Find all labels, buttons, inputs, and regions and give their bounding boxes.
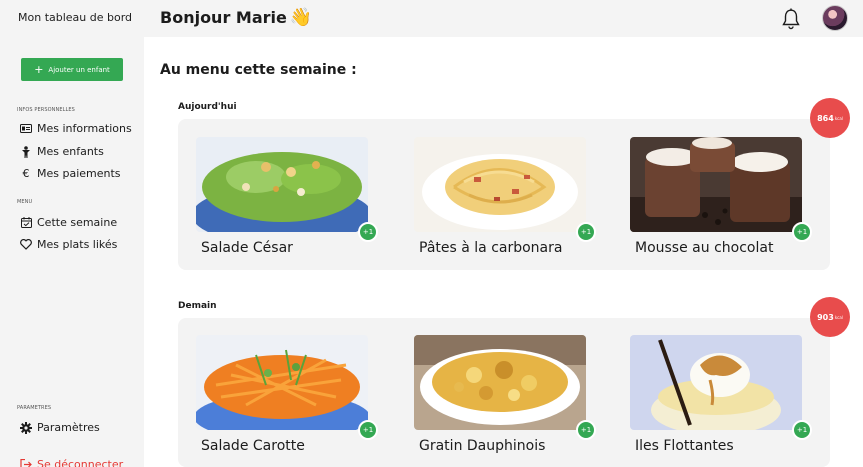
plus-icon: + bbox=[34, 63, 44, 76]
sidebar-item-label: Cette semaine bbox=[37, 216, 118, 229]
top-bar: Bonjour Marie 👋 bbox=[144, 0, 863, 37]
gear-icon bbox=[19, 421, 33, 434]
dish-name: Salade César bbox=[201, 240, 293, 256]
like-button[interactable]: +1 bbox=[576, 222, 596, 242]
calendar-icon bbox=[19, 217, 33, 228]
sidebar-item-mes-paiements[interactable]: € Mes paiements bbox=[19, 167, 121, 180]
like-button[interactable]: +1 bbox=[792, 420, 812, 440]
sidebar-item-label: Mes informations bbox=[37, 122, 132, 135]
sidebar-item-label: Mes enfants bbox=[37, 145, 104, 158]
add-child-label: Ajouter un enfant bbox=[48, 65, 110, 74]
dish-image-mousse-chocolat[interactable] bbox=[630, 137, 802, 232]
dish-image-gratin-dauphinois[interactable] bbox=[414, 335, 586, 430]
like-button[interactable]: +1 bbox=[792, 222, 812, 242]
dish-image-iles-flottantes[interactable] bbox=[630, 335, 802, 430]
section-label-menu: MENU bbox=[17, 199, 33, 205]
dish-name: Pâtes à la carbonara bbox=[419, 240, 563, 256]
sidebar-item-cette-semaine[interactable]: Cette semaine bbox=[19, 216, 117, 229]
sidebar-item-parametres[interactable]: Paramètres bbox=[19, 421, 100, 434]
greeting-text: Bonjour Marie bbox=[160, 8, 287, 27]
sidebar: Mon tableau de bord + Ajouter un enfant … bbox=[0, 0, 144, 467]
dish-name: Gratin Dauphinois bbox=[419, 438, 546, 454]
sidebar-item-label: Mes paiements bbox=[37, 167, 121, 180]
kcal-badge-tomorrow: 903 kcal bbox=[810, 297, 850, 337]
day-label-today: Aujourd'hui bbox=[178, 102, 237, 112]
like-button[interactable]: +1 bbox=[358, 420, 378, 440]
notification-bell-icon[interactable] bbox=[781, 8, 801, 30]
dish-name: Salade Carotte bbox=[201, 438, 305, 454]
dish-name: Iles Flottantes bbox=[635, 438, 734, 454]
kcal-value: 864 bbox=[817, 113, 834, 123]
euro-icon: € bbox=[22, 167, 30, 180]
kcal-unit: kcal bbox=[834, 115, 843, 121]
like-button[interactable]: +1 bbox=[576, 420, 596, 440]
add-child-button[interactable]: + Ajouter un enfant bbox=[21, 58, 123, 81]
section-label-parametres: PARAMETRES bbox=[17, 405, 52, 411]
sidebar-item-mes-enfants[interactable]: Mes enfants bbox=[19, 145, 104, 158]
logout-button[interactable]: Se déconnecter bbox=[19, 458, 123, 467]
dish-name: Mousse au chocolat bbox=[635, 240, 774, 256]
sidebar-item-mes-plats-likes[interactable]: Mes plats likés bbox=[19, 238, 117, 251]
dish-image-pates-carbonara[interactable] bbox=[414, 137, 586, 232]
greeting: Bonjour Marie 👋 bbox=[160, 7, 312, 28]
kcal-value: 903 bbox=[817, 312, 834, 322]
logout-label: Se déconnecter bbox=[37, 458, 124, 467]
sidebar-item-mes-informations[interactable]: Mes informations bbox=[19, 122, 132, 135]
heart-icon bbox=[19, 239, 33, 250]
dish-image-salade-cesar[interactable] bbox=[196, 137, 368, 232]
page-title: Au menu cette semaine : bbox=[160, 62, 357, 78]
waving-hand-icon: 👋 bbox=[289, 7, 313, 28]
like-button[interactable]: +1 bbox=[358, 222, 378, 242]
section-label-personal: INFOS PERSONNELLES bbox=[17, 107, 75, 113]
day-label-tomorrow: Demain bbox=[178, 301, 217, 311]
logout-icon bbox=[19, 459, 33, 467]
child-icon bbox=[19, 145, 33, 158]
dish-image-salade-carotte[interactable] bbox=[196, 335, 368, 430]
kcal-unit: kcal bbox=[834, 314, 843, 320]
kcal-badge-today: 864 kcal bbox=[810, 98, 850, 138]
avatar[interactable] bbox=[822, 5, 848, 31]
sidebar-item-label: Paramètres bbox=[37, 421, 100, 434]
id-card-icon bbox=[19, 124, 33, 133]
sidebar-item-label: Mes plats likés bbox=[37, 238, 118, 251]
dashboard-title: Mon tableau de bord bbox=[18, 11, 133, 24]
